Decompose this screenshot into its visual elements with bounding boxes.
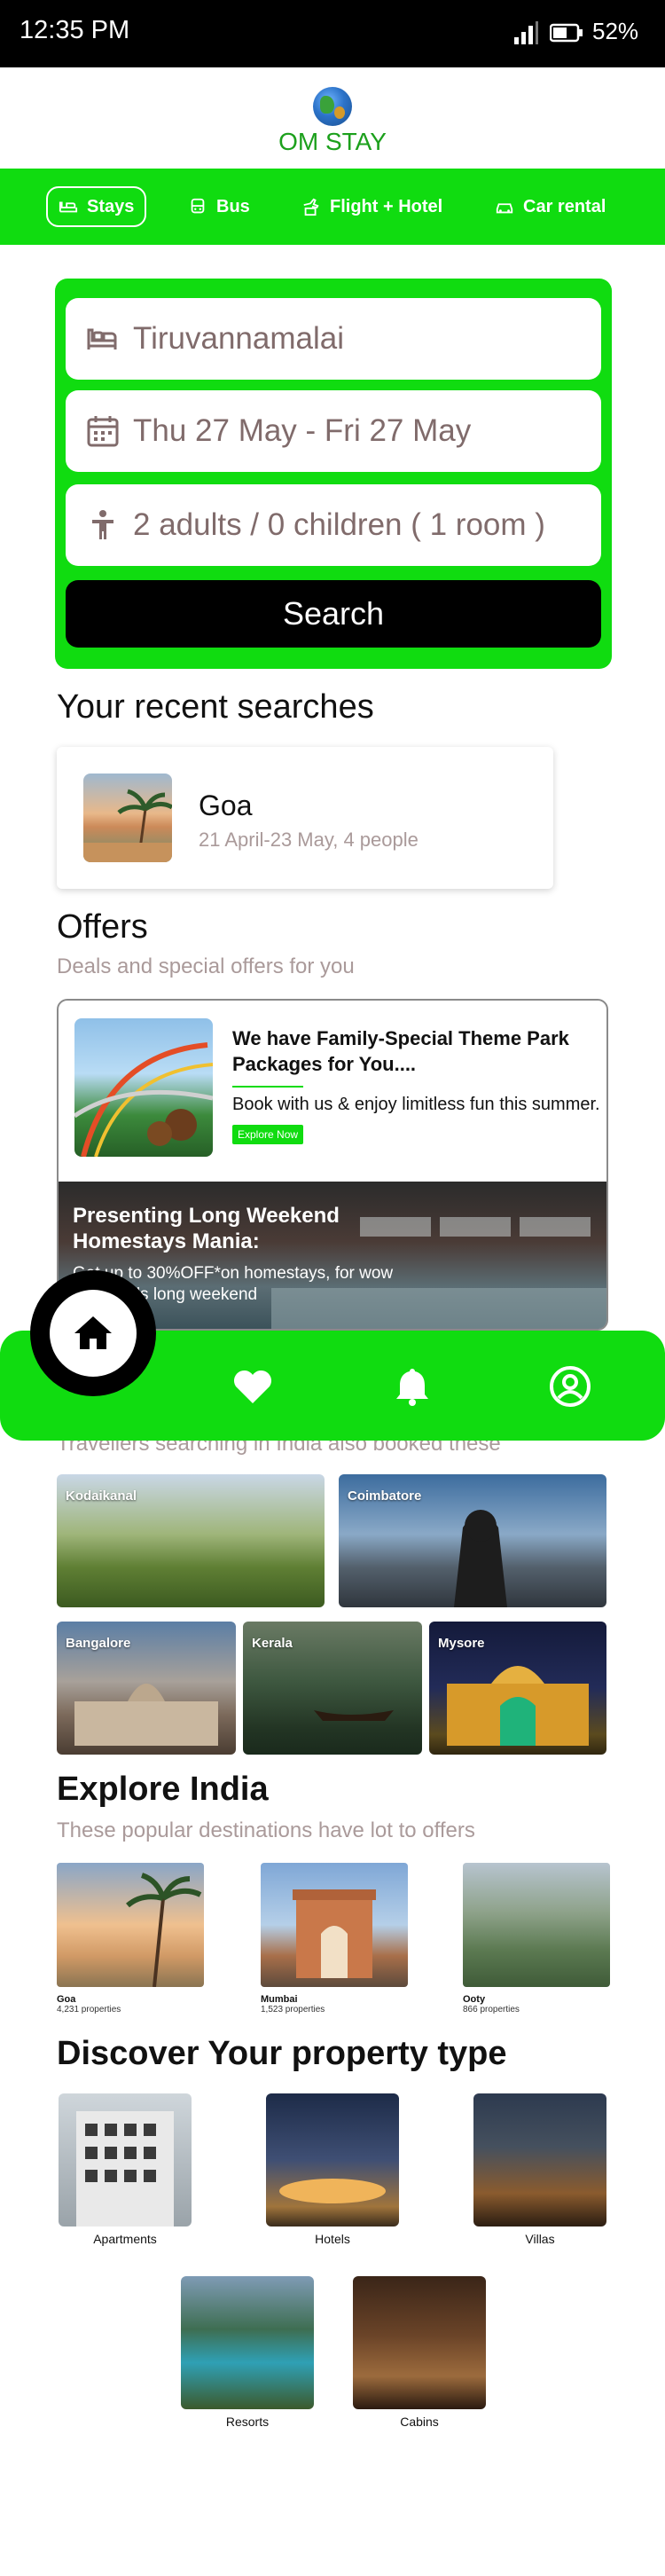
- search-form: Tiruvannamalai Thu 27 May - Fri 27 May 2…: [55, 279, 612, 669]
- recent-search-meta: 21 April-23 May, 4 people: [199, 829, 419, 851]
- city-card-mumbai[interactable]: Mumbai 1,523 properties: [261, 1863, 408, 2014]
- tab-stays[interactable]: Stays: [46, 186, 147, 227]
- property-types-title: Discover Your property type: [57, 2035, 507, 2072]
- signal-icon: [514, 21, 538, 44]
- property-type-label: Hotels: [315, 2232, 350, 2246]
- recent-search-name: Goa: [199, 789, 253, 821]
- heart-icon[interactable]: [231, 1364, 275, 1409]
- theme-park-image: [74, 1018, 213, 1157]
- tab-car-rental[interactable]: Car rental: [495, 186, 606, 227]
- city-property-count: 1,523 properties: [261, 2005, 325, 2014]
- property-type-label: Villas: [525, 2232, 555, 2246]
- home-tab[interactable]: [30, 1270, 156, 1396]
- top-nav: Stays Bus Flight + Hotel Car rental: [0, 169, 665, 245]
- bus-icon: [191, 198, 205, 214]
- brand-name: OM STAY: [278, 128, 387, 155]
- explore-india-subtitle: These popular destinations have lot to o…: [57, 1818, 475, 1842]
- city-card-ooty[interactable]: Ooty 866 properties: [463, 1863, 610, 2014]
- homestay-offer-title: Presenting Long Weekend Homestays Mania:: [73, 1204, 340, 1253]
- home-icon: [74, 1316, 112, 1349]
- offer-text: Book with us & enjoy limitless fun this …: [232, 1095, 600, 1114]
- city-card-goa[interactable]: Goa 4,231 properties: [57, 1863, 204, 2014]
- status-time: 12:35 PM: [20, 16, 130, 44]
- tab-flight-hotel[interactable]: Flight + Hotel: [301, 186, 442, 227]
- search-button[interactable]: Search: [66, 580, 601, 648]
- destination-label: Mysore: [438, 1636, 485, 1651]
- recent-searches-title: Your recent searches: [57, 688, 374, 726]
- profile-icon[interactable]: [548, 1364, 592, 1409]
- destination-coimbatore[interactable]: Coimbatore: [339, 1474, 606, 1607]
- bed-icon: [59, 201, 78, 213]
- resorts-image: [181, 2276, 314, 2409]
- property-type-apartments[interactable]: Apartments: [59, 2093, 192, 2246]
- status-bar: 12:35 PM 52%: [0, 0, 665, 67]
- city-name: Mumbai: [261, 1994, 298, 2005]
- destination-bangalore[interactable]: Bangalore: [57, 1622, 236, 1755]
- guests-value: 2 adults / 0 children ( 1 room ): [133, 507, 545, 542]
- recent-search-card[interactable]: Goa 21 April-23 May, 4 people: [57, 747, 553, 889]
- destination-field[interactable]: Tiruvannamalai: [66, 298, 601, 380]
- mumbai-image: [261, 1863, 408, 1987]
- offer-title: We have Family-Special Theme Park Packag…: [232, 1027, 569, 1075]
- tab-label: Flight + Hotel: [330, 196, 443, 216]
- property-type-villas[interactable]: Villas: [473, 2093, 606, 2246]
- goa-beach-image: [83, 774, 172, 862]
- person-icon: [92, 510, 113, 539]
- property-type-label: Apartments: [93, 2232, 157, 2246]
- city-property-count: 866 properties: [463, 2005, 520, 2014]
- tab-bus[interactable]: Bus: [188, 186, 250, 227]
- offer-divider: [232, 1086, 303, 1088]
- hotels-image: [266, 2093, 399, 2227]
- calendar-icon: [87, 416, 119, 447]
- tab-label: Bus: [216, 196, 250, 216]
- goa-image: [57, 1863, 204, 1987]
- destination-kerala[interactable]: Kerala: [243, 1622, 422, 1755]
- explore-now-button[interactable]: Explore Now: [232, 1125, 304, 1144]
- property-type-resorts[interactable]: Resorts: [181, 2276, 314, 2429]
- offers-carousel: We have Family-Special Theme Park Packag…: [57, 999, 608, 1331]
- app-header: OM STAY: [0, 67, 665, 169]
- offers-subtitle: Deals and special offers for you: [57, 954, 355, 978]
- dates-value: Thu 27 May - Fri 27 May: [133, 413, 472, 448]
- city-name: Goa: [57, 1994, 76, 2005]
- villas-image: [473, 2093, 606, 2227]
- city-property-count: 4,231 properties: [57, 2005, 121, 2014]
- destination-label: Kodaikanal: [66, 1488, 137, 1504]
- property-type-label: Resorts: [225, 2415, 270, 2429]
- battery-percent: 52%: [592, 18, 639, 44]
- destination-label: Coimbatore: [348, 1488, 422, 1504]
- guests-field[interactable]: 2 adults / 0 children ( 1 room ): [66, 484, 601, 566]
- bell-icon[interactable]: [390, 1364, 434, 1409]
- apartments-image: [59, 2093, 192, 2227]
- tab-label: Stays: [87, 196, 135, 216]
- ooty-image: [463, 1863, 610, 1987]
- cabins-image: [353, 2276, 486, 2409]
- destination-value: Tiruvannamalai: [133, 321, 344, 356]
- globe-logo-icon: [313, 87, 352, 126]
- battery-icon: [550, 23, 583, 43]
- property-type-hotels[interactable]: Hotels: [266, 2093, 399, 2246]
- destination-label: Kerala: [252, 1636, 293, 1651]
- city-name: Ooty: [463, 1994, 486, 2005]
- dates-field[interactable]: Thu 27 May - Fri 27 May: [66, 390, 601, 472]
- destination-kodaikanal[interactable]: Kodaikanal: [57, 1474, 325, 1607]
- bed-icon: [87, 328, 117, 349]
- property-type-label: Cabins: [400, 2415, 439, 2429]
- tab-label: Car rental: [523, 196, 606, 216]
- destination-label: Bangalore: [66, 1636, 131, 1651]
- car-icon: [496, 203, 513, 214]
- destination-mysore[interactable]: Mysore: [429, 1622, 606, 1755]
- offers-title: Offers: [57, 908, 148, 946]
- property-type-cabins[interactable]: Cabins: [353, 2276, 486, 2429]
- explore-india-title: Explore India: [57, 1771, 269, 1808]
- flight-hotel-icon: [303, 198, 319, 216]
